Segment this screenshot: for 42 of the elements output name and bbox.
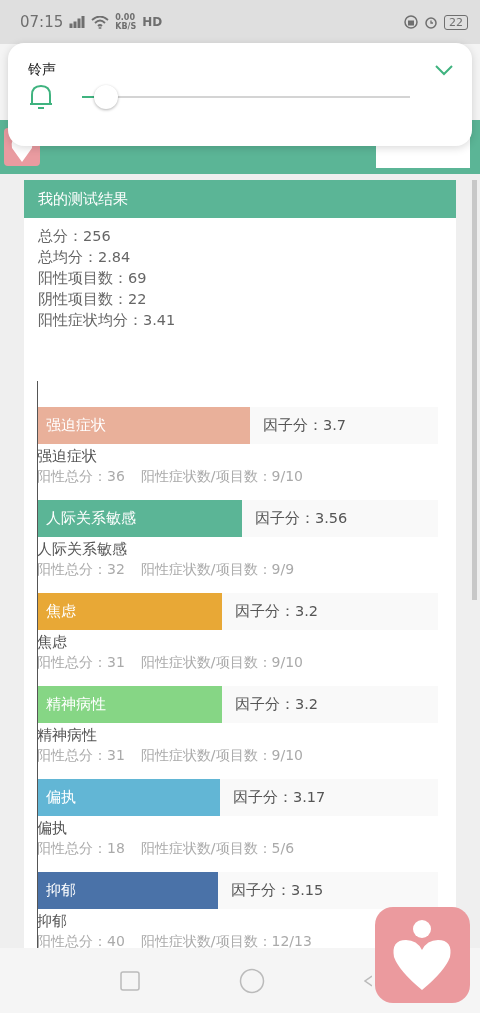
- network-unit: KB/S: [115, 22, 137, 31]
- stat-line: 总分：256: [38, 227, 112, 246]
- ringtone-label: 铃声: [28, 61, 56, 79]
- factor-score: 因子分：3.2: [235, 602, 319, 621]
- symptom-ratio: 阳性症状数/项目数：9/10: [140, 653, 303, 672]
- factor-bar: 人际关系敏感: [38, 500, 242, 537]
- factor-bar: 强迫症状: [38, 407, 250, 444]
- symptom-ratio: 阳性症状数/项目数：12/13: [140, 932, 312, 951]
- positive-total: 阳性总分：18: [37, 839, 125, 858]
- factor-score: 因子分：3.15: [231, 881, 324, 900]
- stat-line: 总均分：2.84: [38, 248, 132, 267]
- factor-name: 精神病性: [37, 726, 98, 744]
- positive-total: 阳性总分：40: [37, 932, 125, 951]
- battery-indicator: 22: [444, 14, 468, 30]
- factor-name: 抑郁: [37, 912, 68, 930]
- factor-score: 因子分：3.17: [233, 788, 326, 807]
- factor-score: 因子分：3.56: [255, 509, 348, 528]
- hd-indicator: HD: [142, 15, 163, 29]
- factor-bar: 精神病性: [38, 686, 222, 723]
- symptom-ratio: 阳性症状数/项目数：5/6: [140, 839, 295, 858]
- factor-bar: 抑郁: [38, 872, 218, 909]
- positive-total: 阳性总分：31: [37, 653, 125, 672]
- factor-score: 因子分：3.2: [235, 695, 319, 714]
- positive-total: 阳性总分：32: [37, 560, 125, 579]
- status-time: 07:15: [20, 13, 64, 31]
- factor-score: 因子分：3.7: [263, 416, 347, 435]
- factor-bar: 偏执: [38, 779, 220, 816]
- factor-name: 人际关系敏感: [37, 540, 128, 558]
- stat-line: 阳性症状均分：3.41: [38, 311, 177, 330]
- stat-line: 阳性项目数：69: [38, 269, 148, 288]
- stat-line: 阴性项目数：22: [38, 290, 148, 309]
- positive-total: 阳性总分：31: [37, 746, 125, 765]
- symptom-ratio: 阳性症状数/项目数：9/10: [140, 746, 303, 765]
- symptom-ratio: 阳性症状数/项目数：9/10: [140, 467, 303, 486]
- factor-name: 强迫症状: [37, 447, 98, 465]
- card-title: 我的测试结果: [38, 189, 128, 209]
- network-speed: 0.00: [115, 13, 136, 22]
- factor-name: 偏执: [37, 819, 68, 837]
- factor-bar: 焦虑: [38, 593, 222, 630]
- positive-total: 阳性总分：36: [37, 467, 125, 486]
- symptom-ratio: 阳性症状数/项目数：9/9: [140, 560, 295, 579]
- factor-name: 焦虑: [37, 633, 68, 651]
